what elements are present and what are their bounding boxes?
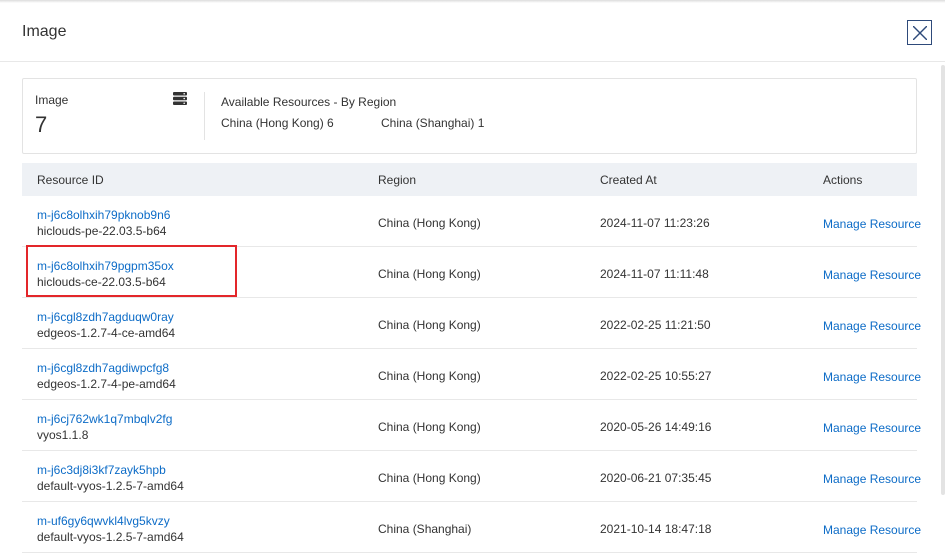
manage-resource-link[interactable]: Manage Resource [823, 370, 921, 384]
resource-id-link[interactable]: m-j6cgl8zdh7agduqw0ray [37, 310, 174, 324]
manage-resource-link[interactable]: Manage Resource [823, 523, 921, 537]
dialog-title: Image [22, 23, 67, 40]
resource-id-link[interactable]: m-j6c8olhxih79pknob9n6 [37, 208, 170, 222]
resource-id-link[interactable]: m-j6cj762wk1q7mbqlv2fg [37, 412, 172, 426]
resource-created-at: 2021-10-14 18:47:18 [600, 522, 712, 536]
column-header-actions: Actions [823, 173, 863, 187]
manage-resource-link[interactable]: Manage Resource [823, 319, 921, 333]
region-count-hong-kong: China (Hong Kong) 6 [221, 116, 334, 130]
resource-name: edgeos-1.2.7-4-ce-amd64 [37, 326, 176, 340]
dialog-header: Image [0, 0, 945, 62]
resource-created-at: 2020-05-26 14:49:16 [600, 420, 712, 434]
resource-region: China (Hong Kong) [378, 471, 481, 485]
resource-created-at: 2024-11-07 11:11:48 [600, 267, 709, 281]
summary-divider [204, 92, 205, 140]
resource-created-at: 2024-11-07 11:23:26 [600, 216, 710, 230]
resource-name: edgeos-1.2.7-4-pe-amd64 [37, 377, 176, 391]
available-resources-title: Available Resources - By Region [221, 95, 397, 109]
table-row: m-j6c8olhxih79pknob9n6 hiclouds-pe-22.03… [22, 196, 921, 247]
table-row: m-uf6gy6qwvkl4lvg5kvzy default-vyos-1.2.… [22, 502, 921, 553]
resource-created-at: 2022-02-25 11:21:50 [600, 318, 711, 332]
summary-label: Image [35, 93, 69, 107]
resource-name: vyos1.1.8 [37, 428, 89, 442]
manage-resource-link[interactable]: Manage Resource [823, 421, 921, 435]
table-row: m-j6c3dj8i3kf7zayk5hpb default-vyos-1.2.… [22, 451, 921, 502]
column-header-created-at: Created At [600, 173, 657, 187]
resource-region: China (Hong Kong) [378, 369, 481, 383]
summary-count: 7 [35, 112, 48, 137]
column-header-region: Region [378, 173, 417, 187]
resource-id-link[interactable]: m-j6cgl8zdh7agdiwpcfg8 [37, 361, 169, 375]
resource-created-at: 2022-02-25 10:55:27 [600, 369, 712, 383]
close-icon [913, 26, 927, 40]
resource-name: default-vyos-1.2.5-7-amd64 [37, 479, 184, 493]
summary-panel: Image 7 Available Resources - By Region … [22, 78, 917, 154]
close-button[interactable] [907, 20, 932, 45]
manage-resource-link[interactable]: Manage Resource [823, 268, 921, 282]
table-row: m-j6cgl8zdh7agdiwpcfg8 edgeos-1.2.7-4-pe… [22, 349, 921, 400]
column-header-resource-id: Resource ID [37, 173, 104, 187]
resource-region: China (Hong Kong) [378, 318, 481, 332]
resource-region: China (Hong Kong) [378, 267, 481, 281]
resource-name: default-vyos-1.2.5-7-amd64 [37, 530, 184, 544]
resource-table: Resource ID Region Created At Actions m-… [22, 163, 921, 553]
resource-name: hiclouds-pe-22.03.5-b64 [37, 224, 167, 238]
resource-id-link[interactable]: m-j6c3dj8i3kf7zayk5hpb [37, 463, 166, 477]
resource-region: China (Hong Kong) [378, 216, 481, 230]
manage-resource-link[interactable]: Manage Resource [823, 217, 921, 231]
table-header: Resource ID Region Created At Actions [22, 163, 917, 196]
resource-region: China (Shanghai) [378, 522, 472, 536]
resource-created-at: 2020-06-21 07:35:45 [600, 471, 712, 485]
table-row: m-j6cj762wk1q7mbqlv2fg vyos1.1.8 China (… [22, 400, 921, 451]
scrollbar[interactable] [941, 65, 945, 495]
resource-region: China (Hong Kong) [378, 420, 481, 434]
database-icon [173, 92, 187, 105]
region-count-shanghai: China (Shanghai) 1 [381, 116, 485, 130]
resource-id-link[interactable]: m-uf6gy6qwvkl4lvg5kvzy [37, 514, 170, 528]
table-row: m-j6cgl8zdh7agduqw0ray edgeos-1.2.7-4-ce… [22, 298, 921, 349]
manage-resource-link[interactable]: Manage Resource [823, 472, 921, 486]
highlight-annotation-box [26, 245, 237, 297]
